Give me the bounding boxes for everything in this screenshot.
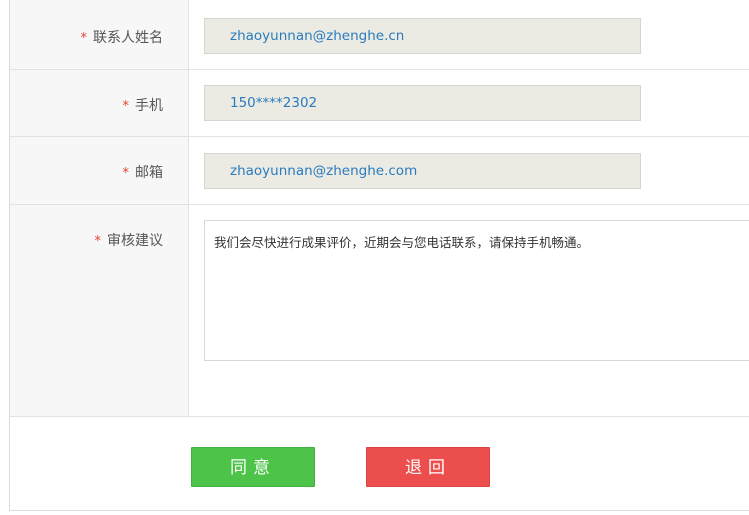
form-row-contact-name: * 联系人姓名 zhaoyunnan@zhenghe.cn	[10, 0, 749, 70]
phone-field[interactable]: 150****2302	[204, 85, 641, 121]
agree-button[interactable]: 同意	[191, 447, 315, 487]
label-cell: * 联系人姓名	[10, 0, 189, 69]
label-cell: * 邮箱	[10, 137, 189, 204]
label-cell: * 手机	[10, 70, 189, 136]
review-label: * 审核建议	[94, 233, 164, 249]
label-cell: * 审核建议	[10, 205, 189, 416]
required-mark: *	[122, 99, 130, 114]
email-field[interactable]: zhaoyunnan@zhenghe.com	[204, 153, 641, 189]
review-textarea[interactable]: 我们会尽快进行成果评价，近期会与您电话联系，请保持手机畅通。	[204, 220, 749, 361]
form-row-review: * 审核建议 我们会尽快进行成果评价，近期会与您电话联系，请保持手机畅通。	[10, 205, 749, 417]
form-row-email: * 邮箱 zhaoyunnan@zhenghe.com	[10, 137, 749, 205]
contact-name-label: * 联系人姓名	[80, 30, 164, 46]
form-row-phone: * 手机 150****2302	[10, 70, 749, 137]
contact-name-field[interactable]: zhaoyunnan@zhenghe.cn	[204, 18, 641, 54]
review-form: * 联系人姓名 zhaoyunnan@zhenghe.cn * 手机 150****…	[9, 0, 749, 511]
phone-label: * 手机	[122, 98, 164, 114]
required-mark: *	[94, 234, 102, 249]
required-mark: *	[80, 31, 88, 46]
required-mark: *	[122, 166, 130, 181]
return-button[interactable]: 退回	[366, 447, 490, 487]
email-label: * 邮箱	[122, 165, 164, 181]
